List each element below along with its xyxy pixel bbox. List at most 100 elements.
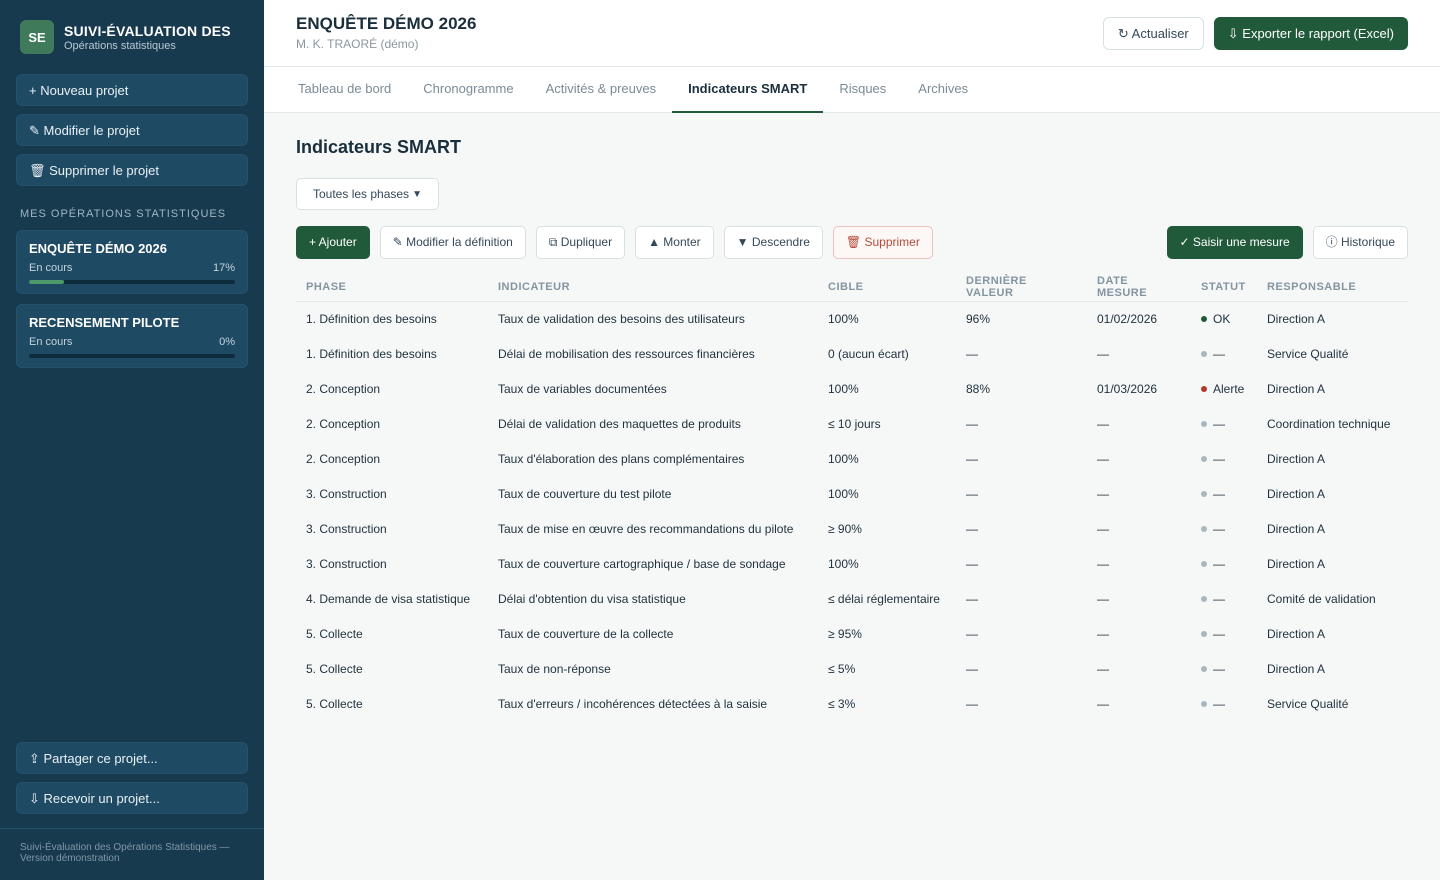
toolbar-button[interactable]: ▼ Descendre xyxy=(723,226,823,259)
table-cell: — xyxy=(1191,651,1257,686)
brand: SE SUIVI-ÉVALUATION DES Opérations stati… xyxy=(16,20,248,54)
status-dot-icon xyxy=(1201,491,1207,497)
table-row[interactable]: 5. Collecte Taux de non-réponse ≤ 5% — — — Dir… xyxy=(296,651,1408,686)
table-cell: Direction A xyxy=(1267,486,1326,501)
toolbar-button[interactable]: + Ajouter xyxy=(296,226,370,259)
table-cell: Direction A xyxy=(1267,451,1326,466)
toolbar-button[interactable]: 🗑 Supprimer xyxy=(832,226,933,259)
table-cell: — xyxy=(1191,546,1257,581)
status-dot-icon xyxy=(1201,701,1207,707)
table-cell: ≥ 90% xyxy=(828,521,862,536)
table-cell: — xyxy=(1097,451,1109,466)
table-cell: Coordination technique xyxy=(1267,416,1391,431)
project-progress-bar xyxy=(29,354,235,358)
brand-subtitle: Opérations statistiques xyxy=(64,39,176,52)
table-row[interactable]: 2. Conception Taux d'élaboration des plan… xyxy=(296,441,1408,476)
table-cell: Service Qualité xyxy=(1267,696,1349,711)
status-text: — xyxy=(1213,487,1225,501)
table-cell: — xyxy=(1097,661,1109,676)
table-cell: 2. Conception xyxy=(306,381,381,396)
project-status: En cours xyxy=(29,262,73,274)
table-cell: — xyxy=(1191,476,1257,511)
toolbar-button[interactable]: ⧉ Dupliquer xyxy=(535,226,626,259)
status-indicator: — xyxy=(1201,627,1225,641)
tab-activit-s-preuves[interactable]: Activités & preuves xyxy=(530,67,673,113)
edit-project-button[interactable]: ✎ Modifier le projet xyxy=(16,114,248,146)
table-cell: Taux d'élaboration des plans complémenta… xyxy=(498,451,745,466)
status-indicator: — xyxy=(1201,592,1225,606)
toolbar-button[interactable]: ⓘ Historique xyxy=(1312,226,1408,259)
project-progress-fill xyxy=(29,280,65,284)
table-cell: 4. Demande de visa statistique xyxy=(306,591,471,606)
tab-indicateurs-smart[interactable]: Indicateurs SMART xyxy=(672,67,824,113)
delete-project-button[interactable]: 🗑 Supprimer le projet xyxy=(16,154,248,186)
table-cell: — xyxy=(1191,616,1257,651)
project-meta: En cours 17% xyxy=(29,262,235,274)
status-text: — xyxy=(1213,662,1225,676)
table-cell: ≤ 3% xyxy=(828,696,856,711)
table-cell: Taux de variables documentées xyxy=(498,381,667,396)
tab-tableau-de-bord[interactable]: Tableau de bord xyxy=(296,67,407,113)
table-cell: 100% xyxy=(828,311,859,326)
table-row[interactable]: 5. Collecte Taux d'erreurs / incohérences… xyxy=(296,686,1408,721)
table-cell: 96% xyxy=(966,311,991,326)
table-row[interactable]: 2. Conception Délai de validation des maq… xyxy=(296,406,1408,441)
tab-archives[interactable]: Archives xyxy=(902,67,984,113)
table-row[interactable]: 3. Construction Taux de couverture cartog… xyxy=(296,546,1408,581)
table-row[interactable]: 4. Demande de visa statistique Délai d'ob… xyxy=(296,581,1408,616)
project-card[interactable]: ENQUÊTE DÉMO 2026 En cours 17% xyxy=(16,230,248,294)
status-dot-icon xyxy=(1201,386,1207,392)
toolbar-button[interactable]: ✎ Modifier la définition xyxy=(379,226,526,259)
new-project-button[interactable]: + Nouveau projet xyxy=(16,74,248,106)
status-indicator: Alerte xyxy=(1201,382,1244,396)
table-cell: ≥ 95% xyxy=(828,626,862,641)
status-indicator: — xyxy=(1201,452,1225,466)
table-cell: Service Qualité xyxy=(1267,346,1349,361)
status-indicator: — xyxy=(1201,347,1225,361)
table-cell: 2. Conception xyxy=(306,451,381,466)
refresh-button[interactable]: ↻ Actualiser xyxy=(1102,17,1204,50)
table-row[interactable]: 1. Définition des besoins Taux de validat… xyxy=(296,301,1408,336)
table-cell: 100% xyxy=(828,381,859,396)
tab-risques[interactable]: Risques xyxy=(823,67,902,113)
table-row[interactable]: 3. Construction Taux de mise en œuvre des… xyxy=(296,511,1408,546)
status-dot-icon xyxy=(1201,526,1207,532)
status-text: Alerte xyxy=(1213,382,1245,396)
table-row[interactable]: 1. Définition des besoins Délai de mobili… xyxy=(296,336,1408,371)
table-cell: — xyxy=(1191,336,1257,371)
table-cell: OK xyxy=(1191,301,1257,336)
table-cell: Direction A xyxy=(1267,311,1326,326)
table-cell: — xyxy=(1097,416,1109,431)
share-project-button[interactable]: ⇪ Partager ce projet... xyxy=(16,742,248,774)
brand-logo: SE xyxy=(20,20,54,54)
status-dot-icon xyxy=(1201,596,1207,602)
status-indicator: OK xyxy=(1201,312,1230,326)
table-cell: Délai de validation des maquettes de pro… xyxy=(498,416,741,431)
table-row[interactable]: 5. Collecte Taux de couverture de la coll… xyxy=(296,616,1408,651)
table-cell: — xyxy=(1191,406,1257,441)
table-cell: — xyxy=(966,696,978,711)
project-card[interactable]: RECENSEMENT PILOTE En cours 0% xyxy=(16,304,248,368)
table-cell: — xyxy=(966,661,978,676)
table-row[interactable]: 2. Conception Taux de variables documenté… xyxy=(296,371,1408,406)
sidebar-footer: Suivi-Évaluation des Opérations Statisti… xyxy=(0,828,264,864)
phase-filter-select[interactable]: Toutes les phases ▼ xyxy=(296,178,439,210)
table-cell: — xyxy=(1097,486,1109,501)
toolbar-button[interactable]: ▲ Monter xyxy=(635,226,714,259)
tab-chronogramme[interactable]: Chronogramme xyxy=(407,67,529,113)
table-cell: Direction A xyxy=(1267,521,1326,536)
status-dot-icon xyxy=(1201,561,1207,567)
table-cell: 5. Collecte xyxy=(306,696,363,711)
export-excel-button[interactable]: ⇩ Exporter le rapport (Excel) xyxy=(1213,17,1408,50)
table-cell: — xyxy=(966,451,978,466)
table-cell: 3. Construction xyxy=(306,556,387,571)
table-cell: — xyxy=(1097,696,1109,711)
table-cell: 01/03/2026 xyxy=(1097,381,1158,396)
table-cell: 01/02/2026 xyxy=(1097,311,1158,326)
table-row[interactable]: 3. Construction Taux de couverture du tes… xyxy=(296,476,1408,511)
topbar: ENQUÊTE DÉMO 2026 M. K. TRAORÉ (démo) ↻ … xyxy=(264,0,1440,67)
project-status: En cours xyxy=(29,336,73,348)
toolbar-button[interactable]: ✓ Saisir une mesure xyxy=(1166,226,1303,259)
table-cell: — xyxy=(1097,626,1109,641)
receive-project-button[interactable]: ⇩ Recevoir un projet... xyxy=(16,782,248,814)
